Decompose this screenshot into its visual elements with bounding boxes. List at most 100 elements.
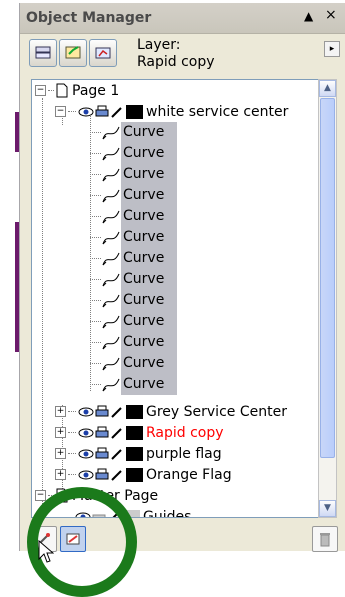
titlebar: Object Manager ▲ × — [20, 3, 345, 34]
curve-icon — [102, 147, 120, 160]
layer-view-icon — [95, 47, 111, 59]
curve-icon — [102, 252, 120, 265]
curve-icon — [102, 273, 120, 286]
stack-icon — [35, 46, 51, 59]
current-layer-label: Layer: Rapid copy — [137, 37, 215, 71]
rapid-copy-label: Rapid copy — [146, 424, 224, 441]
curve-label: Curve — [121, 248, 177, 269]
trash-icon — [320, 533, 330, 547]
color-swatch — [126, 425, 143, 440]
toolbar: Layer: Rapid copy ▸ — [20, 33, 345, 75]
panel-menu-button[interactable]: ▸ — [324, 41, 340, 57]
tree-row-curve[interactable]: Curve — [90, 290, 177, 311]
expand-toggle[interactable]: + — [55, 469, 66, 480]
tree-row-curve[interactable]: Curve — [90, 353, 177, 374]
tree-row-curve[interactable]: Curve — [90, 332, 177, 353]
tree-row-rapid-copy[interactable]: + Rapid copy — [55, 422, 224, 443]
printer-icon — [95, 468, 109, 479]
orange-flag-label: Orange Flag — [146, 466, 232, 483]
curve-icon — [102, 336, 120, 349]
tree-row-curve[interactable]: Curve — [90, 122, 177, 143]
color-swatch — [126, 446, 143, 461]
tree-row-curve[interactable]: Curve — [90, 185, 177, 206]
layer-heading: Layer: — [137, 37, 181, 53]
collapse-toggle[interactable]: − — [55, 106, 66, 117]
tree-row-purple-flag[interactable]: + purple flag — [55, 443, 222, 464]
color-swatch — [126, 104, 143, 119]
pencil-icon — [111, 106, 122, 118]
curve-icon — [102, 210, 120, 223]
curve-label: Curve — [121, 353, 177, 374]
curve-label: Curve — [121, 332, 177, 353]
scroll-thumb[interactable] — [320, 98, 335, 458]
printer-icon — [95, 405, 109, 416]
collapse-toggle[interactable]: − — [35, 490, 46, 501]
tree-row-curve[interactable]: Curve — [90, 248, 177, 269]
curve-label: Curve — [121, 290, 177, 311]
curve-label: Curve — [121, 311, 177, 332]
curve-label: Curve — [121, 206, 177, 227]
tree-row-curve[interactable]: Curve — [90, 164, 177, 185]
curve-icon — [102, 231, 120, 244]
layer-manager-view-button[interactable] — [89, 39, 117, 67]
scroll-down-button[interactable]: ▼ — [319, 500, 336, 517]
guides-label: Guides — [143, 508, 192, 518]
tree-row-curve[interactable]: Curve — [90, 227, 177, 248]
tree-row-curve[interactable]: Curve — [90, 143, 177, 164]
tree-row-grey-service-center[interactable]: + Grey Service Center — [55, 401, 287, 422]
tree-row-orange-flag[interactable]: + Orange Flag — [55, 464, 232, 485]
close-button[interactable]: × — [325, 7, 337, 23]
eye-icon — [78, 470, 94, 479]
collapse-toggle[interactable]: − — [35, 85, 46, 96]
eye-icon — [78, 107, 94, 116]
curve-icon — [102, 294, 120, 307]
expand-toggle[interactable]: + — [55, 427, 66, 438]
curve-label: Curve — [121, 143, 177, 164]
pencil-icon — [111, 448, 122, 460]
curve-label: Curve — [121, 269, 177, 290]
printer-icon — [95, 426, 109, 437]
edit-layers-icon — [65, 46, 81, 59]
curve-icon — [102, 357, 120, 370]
object-tree: − Page 1 − white service center Curve Cu… — [31, 79, 320, 518]
curve-label: Curve — [121, 227, 177, 248]
curve-icon — [102, 126, 120, 139]
color-swatch — [126, 467, 143, 482]
vertical-scrollbar[interactable]: ▲ ▼ — [318, 79, 337, 518]
delete-button[interactable] — [312, 526, 338, 552]
page-icon — [56, 83, 68, 98]
eye-icon — [78, 449, 94, 458]
tree-row-curve[interactable]: Curve — [90, 269, 177, 290]
tree-row-white-service-center[interactable]: − white service center — [55, 101, 288, 122]
tree-row-page1[interactable]: − Page 1 — [35, 80, 119, 101]
scroll-up-button[interactable]: ▲ — [319, 80, 336, 97]
layer-name: Rapid copy — [137, 54, 215, 70]
curve-label: Curve — [121, 122, 177, 143]
curve-icon — [102, 189, 120, 202]
expand-toggle[interactable]: + — [55, 406, 66, 417]
page1-label: Page 1 — [72, 82, 120, 99]
left-canvas-edge — [0, 72, 19, 512]
curve-icon — [102, 315, 120, 328]
curve-label: Curve — [121, 185, 177, 206]
edit-across-layers-button[interactable] — [59, 39, 87, 67]
printer-icon — [95, 447, 109, 458]
mouse-pointer-icon — [38, 540, 54, 563]
tree-row-curve[interactable]: Curve — [90, 206, 177, 227]
eye-icon — [78, 407, 94, 416]
white-service-center-label: white service center — [146, 103, 289, 120]
expand-toggle[interactable]: + — [55, 448, 66, 459]
curve-icon — [102, 168, 120, 181]
tree-row-curve[interactable]: Curve — [90, 311, 177, 332]
curve-label: Curve — [121, 164, 177, 185]
minimize-button[interactable]: ▲ — [304, 9, 313, 23]
curve-icon — [102, 378, 120, 391]
show-properties-button[interactable] — [29, 39, 57, 67]
tree-row-curve[interactable]: Curve — [90, 374, 177, 395]
eye-icon — [78, 428, 94, 437]
panel-title: Object Manager — [26, 10, 152, 26]
pencil-icon — [111, 469, 122, 481]
object-manager-panel: Object Manager ▲ × Layer: Rapid copy ▸ −… — [19, 3, 345, 552]
purple-flag-label: purple flag — [146, 445, 222, 462]
pencil-icon — [111, 427, 122, 439]
